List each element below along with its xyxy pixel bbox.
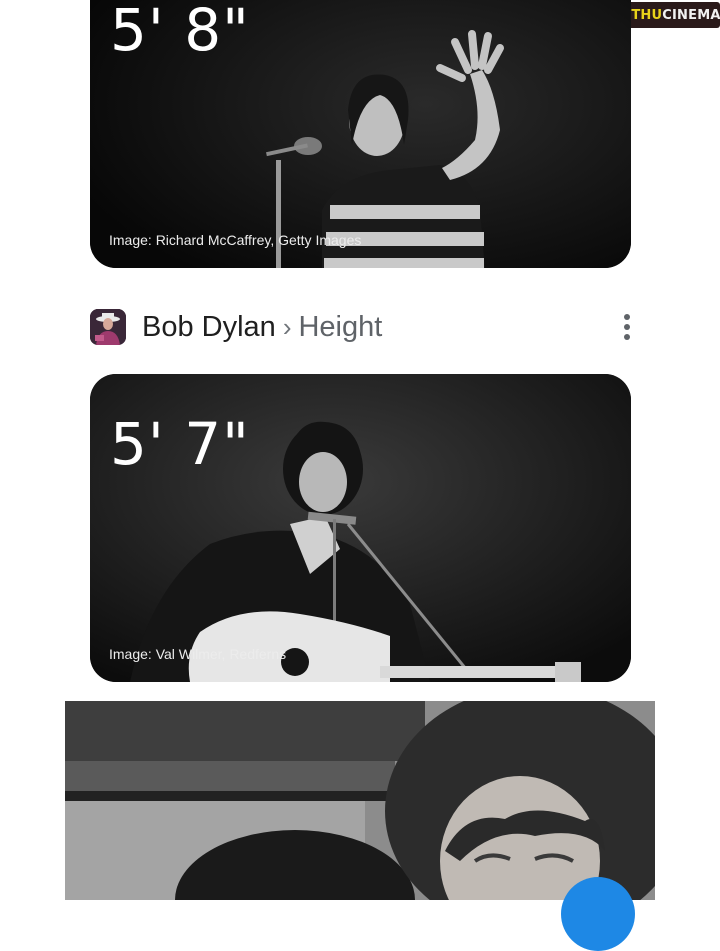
breadcrumb-separator: › bbox=[282, 311, 292, 342]
portrait-photo bbox=[65, 701, 655, 900]
result-header[interactable]: Bob Dylan › Height bbox=[90, 306, 635, 348]
bottom-photo[interactable] bbox=[65, 701, 655, 900]
breadcrumb[interactable]: Bob Dylan › Height bbox=[142, 311, 382, 344]
image-credit: Image: Val Wilmer, Redferns bbox=[109, 646, 287, 662]
height-card-dylan[interactable]: 5' 7" Image: Val Wilmer, Redferns bbox=[90, 374, 631, 682]
image-credit: Image: Richard McCaffrey, Getty Images bbox=[109, 232, 362, 248]
artist-name: Bob Dylan bbox=[142, 310, 276, 343]
height-value: 5' 8" bbox=[110, 0, 250, 64]
height-card-first[interactable]: 5' 8" Image: Richard McCaffrey, Getty Im… bbox=[90, 0, 631, 268]
artist-thumbnail bbox=[90, 309, 126, 345]
more-vert-icon[interactable] bbox=[619, 310, 635, 344]
watermark-part-2: CINEMA bbox=[662, 7, 720, 23]
floating-action-button[interactable] bbox=[561, 877, 635, 951]
breadcrumb-topic: Height bbox=[298, 310, 383, 343]
height-value: 5' 7" bbox=[110, 410, 250, 478]
